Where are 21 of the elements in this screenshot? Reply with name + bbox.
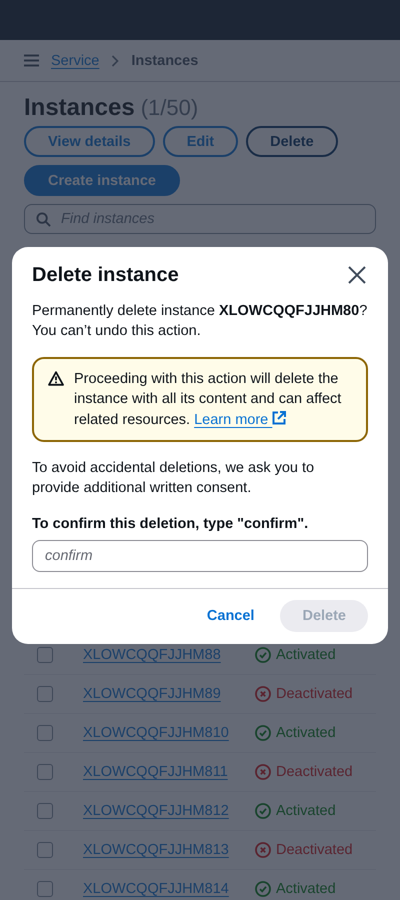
status-text: Deactivated (276, 842, 353, 858)
close-icon[interactable] (346, 264, 368, 286)
status-text: Activated (276, 725, 336, 741)
page-title: Instances (24, 94, 135, 122)
status-text: Activated (276, 803, 336, 819)
external-link-icon (272, 411, 286, 425)
warning-text: Proceeding with this action will delete the instance with all its content and can affect related resources. Learn more (74, 370, 342, 430)
learn-more-link[interactable]: Learn more (194, 412, 286, 428)
status-text: Deactivated (276, 764, 353, 780)
status-text: Deactivated (276, 686, 353, 702)
field-label: To confirm this deletion, type "confirm". (32, 515, 310, 534)
status-text: Activated (276, 881, 336, 897)
consent-text: To avoid accidental deletions, we ask you to provide additional written consent. (32, 459, 316, 498)
warning-icon (48, 371, 64, 386)
confirmation-message: Permanently delete instance XLOWCQQFJJHM80? You can’t undo this action. (32, 302, 368, 341)
cancel-button[interactable]: Cancel (198, 600, 262, 632)
breadcrumb-current: Instances (131, 52, 198, 68)
breadcrumb-link[interactable]: Service (51, 52, 100, 68)
confirm-field[interactable]: confirm (32, 540, 368, 572)
dialog-title: Delete instance (32, 263, 179, 288)
status-text: Activated (276, 647, 336, 663)
